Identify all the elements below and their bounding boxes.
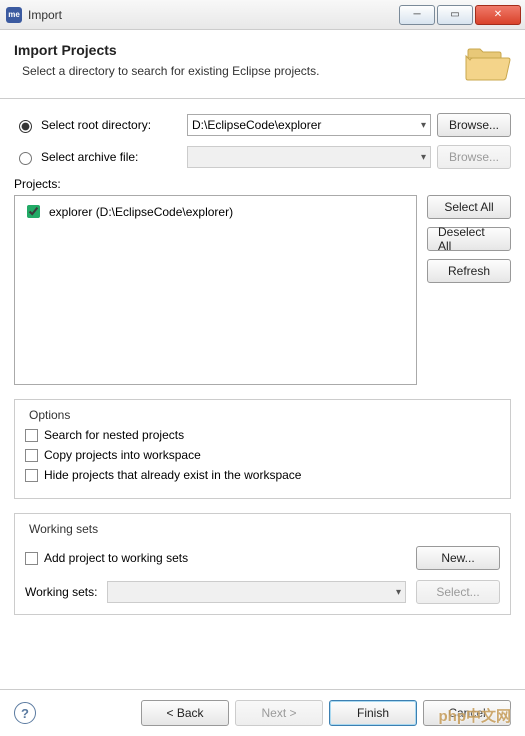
wizard-banner: Import Projects Select a directory to se… [0,30,525,99]
banner-subtext: Select a directory to search for existin… [22,64,463,78]
working-sets-label: Working sets: [25,585,97,599]
option-nested-row[interactable]: Search for nested projects [25,428,500,442]
chevron-down-icon: ▾ [421,120,426,131]
refresh-button[interactable]: Refresh [427,259,511,283]
options-fieldset: Options Search for nested projects Copy … [14,399,511,499]
project-item[interactable]: explorer (D:\EclipseCode\explorer) [23,202,408,221]
close-button[interactable]: ✕ [475,5,521,25]
add-to-ws-label: Add project to working sets [44,551,188,565]
banner-heading: Import Projects [14,42,463,58]
archive-file-radio[interactable] [19,152,32,165]
working-sets-fieldset: Working sets Add project to working sets… [14,513,511,615]
help-icon[interactable]: ? [14,702,36,724]
projects-list[interactable]: explorer (D:\EclipseCode\explorer) [14,195,417,385]
projects-side-buttons: Select All Deselect All Refresh [427,195,511,385]
chevron-down-icon: ▾ [421,152,426,163]
add-to-ws-checkbox[interactable] [25,552,38,565]
folder-open-icon [463,44,511,84]
root-directory-radio[interactable] [19,120,32,133]
option-copy-label: Copy projects into workspace [44,448,201,462]
option-nested-label: Search for nested projects [44,428,184,442]
new-working-set-button[interactable]: New... [416,546,500,570]
window-title: Import [28,8,397,22]
maximize-button[interactable]: ▭ [437,5,473,25]
option-hide-label: Hide projects that already exist in the … [44,468,301,482]
option-nested-checkbox[interactable] [25,429,38,442]
project-checkbox[interactable] [27,205,40,218]
option-hide-row[interactable]: Hide projects that already exist in the … [25,468,500,482]
archive-browse-button: Browse... [437,145,511,169]
root-directory-value: D:\EclipseCode\explorer [192,118,321,132]
add-to-ws-row: Add project to working sets New... [25,546,500,570]
ws-select-row: Working sets: ▾ Select... [25,580,500,604]
select-all-button[interactable]: Select All [427,195,511,219]
next-button: Next > [235,700,323,726]
projects-label: Projects: [14,177,511,191]
root-browse-button[interactable]: Browse... [437,113,511,137]
back-button[interactable]: < Back [141,700,229,726]
project-item-label: explorer (D:\EclipseCode\explorer) [49,205,233,219]
cancel-button[interactable]: Cancel [423,700,511,726]
wizard-content: Select root directory: D:\EclipseCode\ex… [0,99,525,615]
working-sets-legend: Working sets [25,522,102,536]
select-working-set-button: Select... [416,580,500,604]
archive-file-combo: ▾ [187,146,431,168]
root-directory-combo[interactable]: D:\EclipseCode\explorer ▾ [187,114,431,136]
finish-button[interactable]: Finish [329,700,417,726]
archive-file-label: Select archive file: [41,150,181,164]
root-directory-row: Select root directory: D:\EclipseCode\ex… [14,113,511,137]
window-controls: ─ ▭ ✕ [397,5,521,25]
option-copy-checkbox[interactable] [25,449,38,462]
chevron-down-icon: ▾ [396,587,401,598]
archive-file-row: Select archive file: ▾ Browse... [14,145,511,169]
option-copy-row[interactable]: Copy projects into workspace [25,448,500,462]
wizard-footer: ? < Back Next > Finish Cancel [0,689,525,736]
option-hide-checkbox[interactable] [25,469,38,482]
deselect-all-button[interactable]: Deselect All [427,227,511,251]
titlebar: me Import ─ ▭ ✕ [0,0,525,30]
minimize-button[interactable]: ─ [399,5,435,25]
working-sets-combo: ▾ [107,581,406,603]
projects-area: explorer (D:\EclipseCode\explorer) Selec… [14,195,511,385]
app-icon: me [6,7,22,23]
options-legend: Options [25,408,74,422]
root-directory-label: Select root directory: [41,118,181,132]
